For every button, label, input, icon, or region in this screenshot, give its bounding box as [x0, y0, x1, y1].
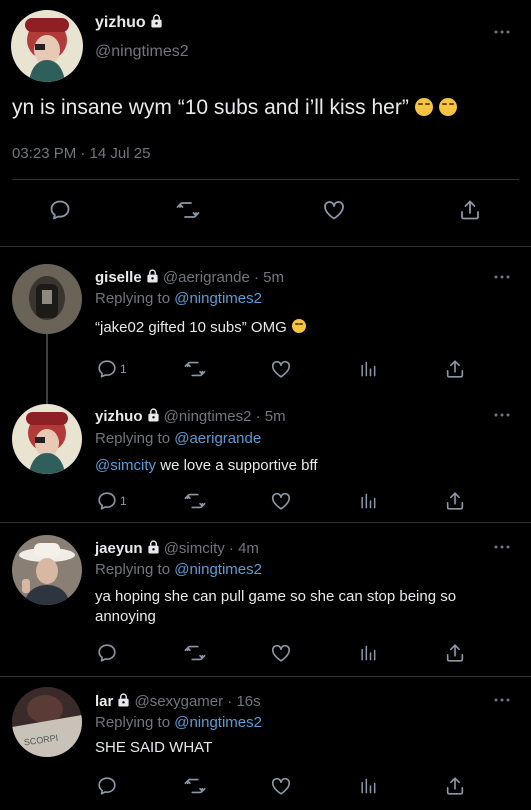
share-icon[interactable]: [444, 490, 466, 512]
tweet-actions: [0, 642, 531, 666]
replying-to: Replying to @aerigrande: [95, 430, 261, 447]
reply-icon[interactable]: 1: [96, 358, 127, 380]
replying-prefix: Replying to: [95, 430, 175, 447]
tweet-text-content: we love a supportive bff: [156, 457, 318, 474]
replying-to-link[interactable]: @ningtimes2: [174, 561, 262, 578]
heart-icon[interactable]: [321, 198, 347, 222]
author-name-text[interactable]: jaeyun: [95, 540, 143, 557]
mention-link[interactable]: @simcity: [95, 457, 156, 474]
reply-tweet: yizhuo @ningtimes2 · 5m Replying to @aer…: [0, 384, 531, 521]
tweet-text: ya hoping she can pull game so she can s…: [95, 588, 457, 625]
replying-to-link[interactable]: @ningtimes2: [174, 290, 262, 307]
reply-icon[interactable]: [48, 198, 72, 222]
lock-icon: [147, 408, 160, 422]
author-handle[interactable]: @sexygamer · 16s: [135, 693, 261, 710]
reply-tweet: giselle @aerigrande · 5m Replying to @ni…: [0, 246, 531, 384]
retweet-icon[interactable]: [175, 198, 201, 222]
author-name[interactable]: jaeyun @simcity · 4m: [95, 540, 259, 557]
share-icon[interactable]: [444, 775, 466, 797]
replying-prefix: Replying to: [95, 714, 175, 731]
author-handle[interactable]: @ningtimes2: [95, 43, 189, 61]
author-handle[interactable]: @ningtimes2 · 5m: [164, 408, 286, 425]
more-icon[interactable]: [493, 29, 511, 35]
author-name-text[interactable]: giselle: [95, 269, 142, 286]
replying-to: Replying to @ningtimes2: [95, 561, 262, 578]
reply-icon[interactable]: 1: [96, 490, 127, 512]
reply-icon[interactable]: [96, 775, 118, 797]
replying-to-link[interactable]: @aerigrande: [174, 430, 261, 447]
reply-tweet: jaeyun @simcity · 4m Replying to @ningti…: [0, 523, 531, 676]
author-name-text[interactable]: lar: [95, 693, 113, 710]
author-name[interactable]: yizhuo @ningtimes2 · 5m: [95, 408, 286, 425]
share-icon[interactable]: [444, 642, 466, 664]
tweet-text-content: “jake02 gifted 10 subs” OMG: [95, 319, 287, 336]
tweet-actions: [0, 198, 531, 226]
lock-icon: [117, 693, 130, 707]
share-icon[interactable]: [444, 358, 466, 380]
tweet-text-content: yn is insane wym “10 subs and i’ll kiss …: [12, 96, 409, 119]
lock-icon: [147, 540, 160, 554]
views-icon[interactable]: [358, 642, 378, 664]
tweet-text: yn is insane wym “10 subs and i’ll kiss …: [12, 96, 457, 120]
avatar[interactable]: SCORPI: [12, 687, 82, 757]
tweet-text: @simcity we love a supportive bff: [95, 456, 505, 476]
author-handle[interactable]: @aerigrande · 5m: [163, 269, 284, 286]
replying-to: Replying to @ningtimes2: [95, 290, 262, 307]
retweet-icon[interactable]: [183, 358, 207, 380]
heart-icon[interactable]: [269, 358, 293, 380]
reply-count: 1: [120, 494, 127, 508]
author-name[interactable]: yizhuo: [95, 14, 163, 32]
more-icon[interactable]: [493, 697, 511, 703]
author-name-text[interactable]: yizhuo: [95, 408, 143, 425]
crying-emoji-icon: [414, 98, 433, 116]
divider: [12, 179, 519, 180]
timestamp[interactable]: 03:23 PM · 14 Jul 25: [12, 145, 150, 162]
author-name[interactable]: lar @sexygamer · 16s: [95, 693, 261, 710]
heart-icon[interactable]: [269, 490, 293, 512]
avatar[interactable]: [12, 264, 82, 334]
main-tweet: yizhuo @ningtimes2 yn is insane wym “10 …: [0, 0, 531, 247]
heart-icon[interactable]: [269, 775, 293, 797]
retweet-icon[interactable]: [183, 775, 207, 797]
views-icon[interactable]: [358, 358, 378, 380]
reply-tweet: SCORPI lar @sexygamer · 16s Replying to …: [0, 677, 531, 810]
more-icon[interactable]: [493, 412, 511, 418]
avatar[interactable]: [12, 404, 82, 474]
more-icon[interactable]: [493, 274, 511, 280]
replying-prefix: Replying to: [95, 561, 175, 578]
author-name[interactable]: giselle @aerigrande · 5m: [95, 269, 284, 286]
more-icon[interactable]: [493, 544, 511, 550]
replying-to: Replying to @ningtimes2: [95, 714, 262, 731]
views-icon[interactable]: [358, 490, 378, 512]
reply-icon[interactable]: [96, 642, 118, 664]
avatar[interactable]: [11, 10, 83, 82]
retweet-icon[interactable]: [183, 490, 207, 512]
replying-to-link[interactable]: @ningtimes2: [174, 714, 262, 731]
tweet-text: SHE SAID WHAT: [95, 739, 213, 756]
tweet-actions: 1: [0, 358, 531, 382]
replying-prefix: Replying to: [95, 290, 175, 307]
crying-emoji-icon: [438, 98, 457, 116]
tweet-text: “jake02 gifted 10 subs” OMG: [95, 318, 505, 338]
retweet-icon[interactable]: [183, 642, 207, 664]
crying-emoji-icon: [291, 319, 306, 333]
lock-icon: [146, 269, 159, 283]
author-handle[interactable]: @simcity · 4m: [164, 540, 259, 557]
author-name-text[interactable]: yizhuo: [95, 14, 146, 31]
lock-icon: [150, 14, 163, 28]
heart-icon[interactable]: [269, 642, 293, 664]
share-icon[interactable]: [458, 198, 482, 222]
reply-count: 1: [120, 362, 127, 376]
tweet-actions: [0, 775, 531, 799]
tweet-actions: 1: [0, 490, 531, 514]
views-icon[interactable]: [358, 775, 378, 797]
avatar[interactable]: [12, 535, 82, 605]
